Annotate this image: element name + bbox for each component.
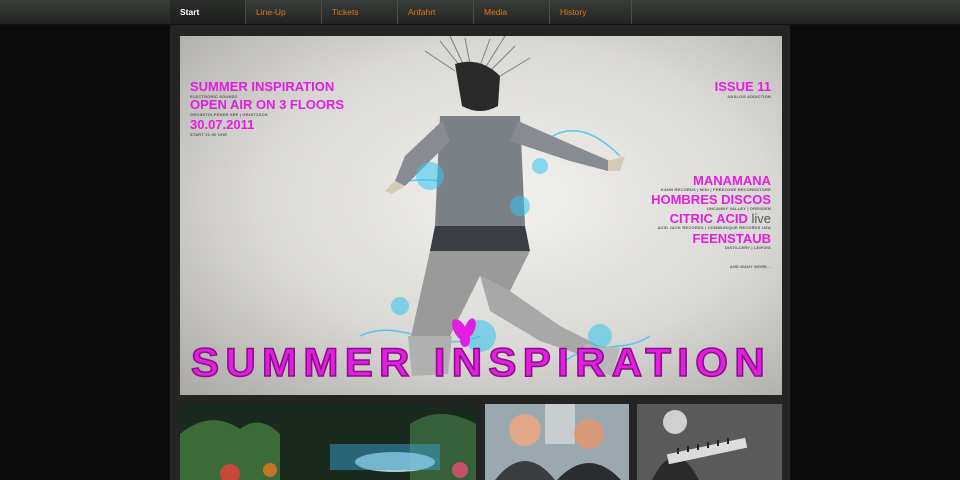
nav-menu: Start Line-Up Tickets Anfahrt Media Hist… (170, 0, 632, 24)
nav-item-line-up[interactable]: Line-Up (246, 0, 322, 24)
event-start-time: START 21:00 UHR (190, 132, 228, 137)
lineup-artist: CITRIC ACID live (670, 212, 771, 225)
event-date: 30.07.2011 (190, 117, 255, 132)
logo-text: SUMMER INSPIRATION (191, 341, 771, 384)
summer-inspiration-logo: SUMMER INSPIRATION (190, 340, 771, 384)
nav-item-media[interactable]: Media (474, 0, 550, 24)
lineup-artist-info: ACID JACK RECORDS | COMMUNIQUE RECORDS U… (657, 225, 771, 230)
artists-photo (485, 404, 629, 480)
lineup-artist-name: CITRIC ACID (669, 211, 748, 226)
photo-thumbnail-artists[interactable] (485, 404, 629, 480)
photo-thumbnail-musician[interactable] (637, 404, 782, 480)
nav-item-history[interactable]: History (550, 0, 632, 24)
lineup-artist: MANAMANA (693, 173, 771, 188)
nav-item-anfahrt[interactable]: Anfahrt (398, 0, 474, 24)
top-navigation: Start Line-Up Tickets Anfahrt Media Hist… (0, 0, 960, 25)
lineup-artist-info: DISTILLERY | LEIPZIG (724, 245, 771, 250)
festival-stage-photo (180, 404, 476, 480)
issue-subtitle: ANALOG ADDICTION (727, 94, 771, 99)
event-poster: SUMMER INSPIRATION ELECTRONIC SOUNDZ OPE… (180, 36, 782, 395)
more-artists-note: AND MANY MORE... (729, 264, 771, 269)
musician-photo (637, 404, 782, 480)
lineup-artist: HOMBRES DISCOS (651, 192, 771, 207)
nav-item-start[interactable]: Start (170, 0, 246, 24)
live-tag: live (751, 211, 771, 226)
lineup-artist: FEENSTAUB (692, 231, 771, 246)
issue-number: ISSUE 11 (714, 79, 771, 94)
event-name: SUMMER INSPIRATION (190, 79, 335, 94)
open-air-heading: OPEN AIR ON 3 FLOORS (190, 97, 345, 112)
nav-item-tickets[interactable]: Tickets (322, 0, 398, 24)
photo-thumbnail-stage[interactable] (180, 404, 476, 480)
